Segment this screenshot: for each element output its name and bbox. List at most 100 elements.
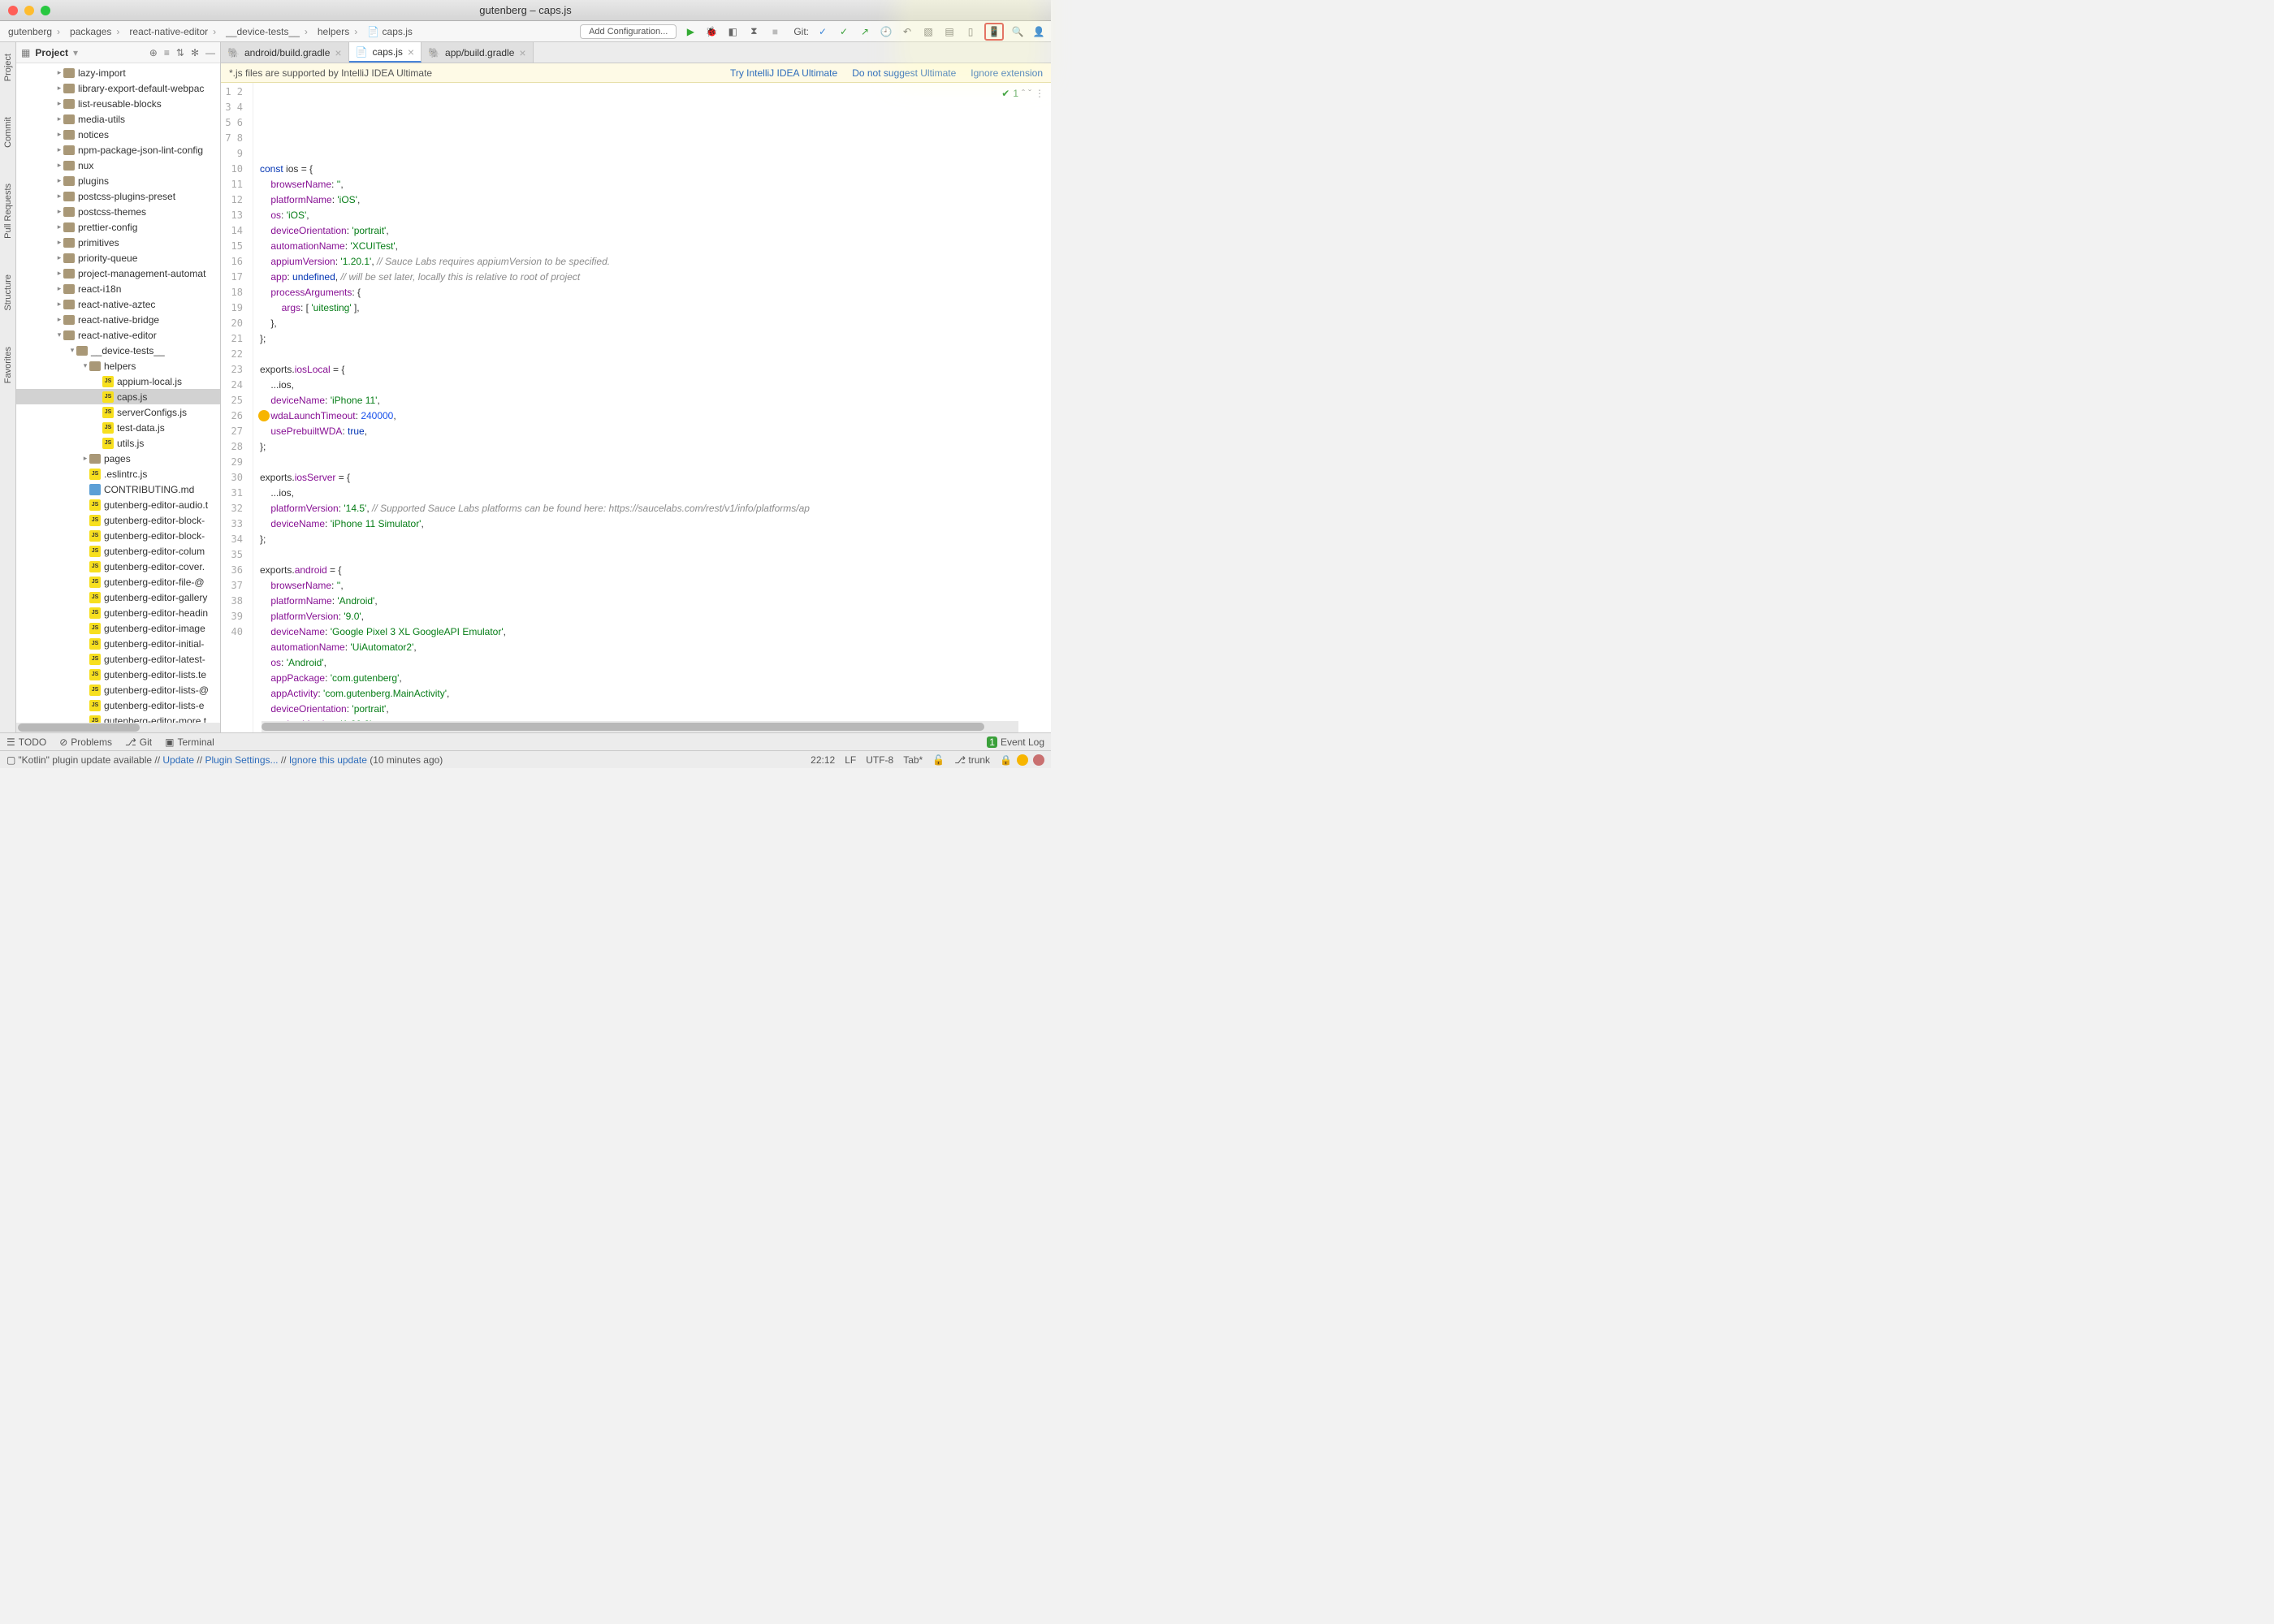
terminal-tab[interactable]: ▣ Terminal	[165, 736, 214, 748]
intention-bulb-icon[interactable]	[258, 410, 270, 421]
tree-item[interactable]: ▾helpers	[16, 358, 220, 374]
tree-item[interactable]: JSgutenberg-editor-file-@	[16, 574, 220, 590]
breadcrumb-item[interactable]: 📄 caps.js	[364, 24, 421, 39]
tree-item[interactable]: ▸react-native-aztec	[16, 296, 220, 312]
tree-item[interactable]: JSserverConfigs.js	[16, 404, 220, 420]
editor-tab[interactable]: 🐘app/build.gradle×	[422, 42, 534, 63]
avd-manager-icon[interactable]: 📱	[984, 23, 1004, 41]
flatten-icon[interactable]: ≡	[164, 47, 170, 58]
git-update-icon[interactable]: ✓	[815, 24, 830, 39]
editor-scrollbar[interactable]	[262, 723, 984, 731]
tree-item[interactable]: JSgutenberg-editor-audio.t	[16, 497, 220, 512]
tree-item[interactable]: JSgutenberg-editor-lists-e	[16, 698, 220, 713]
git-commit-icon[interactable]: ✓	[837, 24, 851, 39]
debug-icon[interactable]: 🐞	[704, 24, 719, 39]
collapse-icon[interactable]: —	[205, 47, 215, 58]
promo-link[interactable]: Try IntelliJ IDEA Ultimate	[730, 67, 837, 79]
leftbar-tab-favorites[interactable]: Favorites	[2, 340, 15, 390]
search-everywhere-icon[interactable]: 🔍	[1010, 24, 1025, 39]
close-tab-icon[interactable]: ×	[335, 46, 341, 59]
todo-tab[interactable]: ☰ TODO	[6, 736, 46, 748]
close-tab-icon[interactable]: ×	[519, 46, 525, 59]
git-branch[interactable]: ⎇ trunk	[954, 754, 990, 766]
tree-item[interactable]: ▸prettier-config	[16, 219, 220, 235]
tree-item[interactable]: JScaps.js	[16, 389, 220, 404]
promo-link[interactable]: Ignore extension	[971, 67, 1043, 79]
git-history-icon[interactable]: 🕘	[879, 24, 893, 39]
leftbar-tab-structure[interactable]: Structure	[2, 268, 15, 317]
git-rollback-icon[interactable]: ↶	[900, 24, 914, 39]
tree-item[interactable]: JS.eslintrc.js	[16, 466, 220, 482]
minimize-window-button[interactable]	[24, 6, 34, 15]
tree-item[interactable]: ▸plugins	[16, 173, 220, 188]
coverage-icon[interactable]: ◧	[725, 24, 740, 39]
tree-item[interactable]: JStest-data.js	[16, 420, 220, 435]
project-tree[interactable]: ▸lazy-import▸library-export-default-webp…	[16, 63, 220, 732]
tree-item[interactable]: ▸media-utils	[16, 111, 220, 127]
maximize-window-button[interactable]	[41, 6, 50, 15]
code-editor[interactable]: ✔1 ˆˇ⋮ const ios = { browserName: '', pl…	[253, 83, 1051, 732]
breadcrumb-item[interactable]: gutenberg	[5, 24, 63, 39]
tree-item[interactable]: JSgutenberg-editor-image	[16, 620, 220, 636]
inspections-widget[interactable]: ✔1 ˆˇ⋮	[1001, 86, 1044, 102]
ide-icon-1[interactable]: ▧	[921, 24, 936, 39]
tree-item[interactable]: ▸library-export-default-webpac	[16, 80, 220, 96]
leftbar-tab-project[interactable]: Project	[2, 47, 15, 88]
event-log-tab[interactable]: 1 Event Log	[987, 736, 1044, 748]
tree-item[interactable]: ▸pages	[16, 451, 220, 466]
encoding[interactable]: UTF-8	[866, 754, 893, 766]
close-tab-icon[interactable]: ×	[408, 45, 414, 58]
tree-item[interactable]: JSgutenberg-editor-cover.	[16, 559, 220, 574]
status-ignore-link[interactable]: Ignore this update	[289, 754, 367, 766]
cursor-position[interactable]: 22:12	[811, 754, 835, 766]
locate-icon[interactable]: ⊕	[149, 47, 158, 58]
breadcrumb-item[interactable]: packages	[67, 24, 123, 39]
indent[interactable]: Tab*	[903, 754, 923, 766]
breadcrumb-item[interactable]: helpers	[314, 24, 361, 39]
tree-item[interactable]: ▸priority-queue	[16, 250, 220, 266]
padlock-icon[interactable]: 🔒	[1000, 754, 1012, 766]
git-push-icon[interactable]: ↗	[858, 24, 872, 39]
tree-item[interactable]: JSgutenberg-editor-initial-	[16, 636, 220, 651]
run-icon[interactable]: ▶	[683, 24, 698, 39]
problems-tab[interactable]: ⊘ Problems	[59, 736, 112, 748]
ide-icon-3[interactable]: ▯	[963, 24, 978, 39]
status-settings-link[interactable]: Plugin Settings...	[205, 754, 278, 766]
inspection-face-sad-icon[interactable]	[1033, 754, 1044, 766]
tree-item[interactable]: ▸lazy-import	[16, 65, 220, 80]
tree-item[interactable]: ▾react-native-editor	[16, 327, 220, 343]
tree-item[interactable]: ▸list-reusable-blocks	[16, 96, 220, 111]
tree-item[interactable]: ▸primitives	[16, 235, 220, 250]
editor-tab[interactable]: 📄caps.js×	[349, 42, 422, 63]
profile-icon[interactable]: ⧗	[746, 24, 761, 39]
tree-item[interactable]: ▸npm-package-json-lint-config	[16, 142, 220, 158]
inspection-face-happy-icon[interactable]	[1017, 754, 1028, 766]
leftbar-tab-pull-requests[interactable]: Pull Requests	[2, 177, 15, 245]
editor-tab[interactable]: 🐘android/build.gradle×	[221, 42, 349, 63]
tree-item[interactable]: JSgutenberg-editor-lists.te	[16, 667, 220, 682]
tree-item[interactable]: ▸postcss-themes	[16, 204, 220, 219]
tree-scrollbar[interactable]	[18, 723, 140, 732]
line-separator[interactable]: LF	[845, 754, 856, 766]
tree-item[interactable]: ▸react-i18n	[16, 281, 220, 296]
leftbar-tab-commit[interactable]: Commit	[2, 110, 15, 154]
breadcrumb-item[interactable]: react-native-editor	[126, 24, 219, 39]
breadcrumb-item[interactable]: __device-tests__	[223, 24, 311, 39]
readonly-icon[interactable]: 🔓	[932, 754, 945, 766]
status-update-link[interactable]: Update	[162, 754, 194, 766]
sort-icon[interactable]: ⇅	[176, 47, 184, 58]
tree-item[interactable]: JSgutenberg-editor-block-	[16, 512, 220, 528]
tree-item[interactable]: JSutils.js	[16, 435, 220, 451]
tree-item[interactable]: JSgutenberg-editor-gallery	[16, 590, 220, 605]
status-tool-icon[interactable]: ▢	[6, 754, 15, 766]
settings-icon[interactable]: ✻	[191, 47, 199, 58]
promo-link[interactable]: Do not suggest Ultimate	[852, 67, 956, 79]
profile-avatar-icon[interactable]: 👤	[1031, 24, 1046, 39]
add-configuration-button[interactable]: Add Configuration...	[580, 24, 677, 39]
tree-item[interactable]: JSgutenberg-editor-latest-	[16, 651, 220, 667]
tree-item[interactable]: JSgutenberg-editor-colum	[16, 543, 220, 559]
ide-icon-2[interactable]: ▤	[942, 24, 957, 39]
tree-item[interactable]: ▸react-native-bridge	[16, 312, 220, 327]
tree-item[interactable]: CONTRIBUTING.md	[16, 482, 220, 497]
tree-item[interactable]: JSgutenberg-editor-block-	[16, 528, 220, 543]
